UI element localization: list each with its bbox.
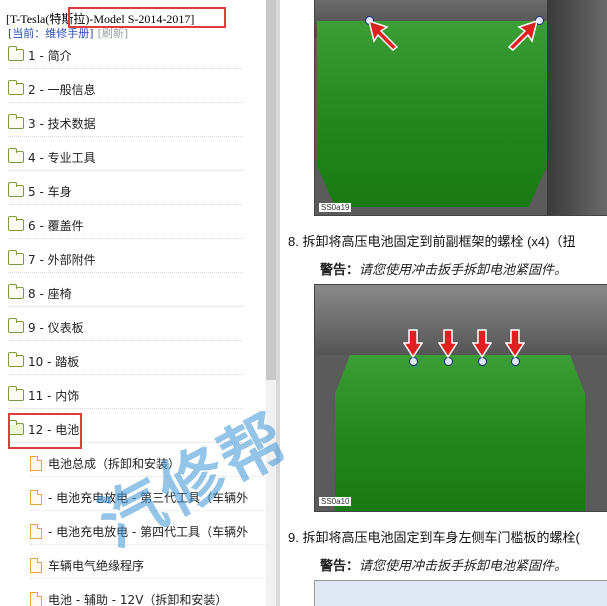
folder-icon xyxy=(8,352,24,367)
arrow-icon xyxy=(438,329,458,359)
tree-item-2[interactable]: 2 - 一般信息 xyxy=(8,76,243,103)
document-icon xyxy=(30,557,42,573)
folder-icon xyxy=(8,114,24,129)
arrow-icon xyxy=(472,329,492,359)
figure-label: SS0a19 xyxy=(319,203,352,212)
current-label[interactable]: [当前：维修手册] xyxy=(8,27,94,40)
figure-subframe-bolts: SS0a10 xyxy=(314,284,607,512)
tree-item-label: 2 - 一般信息 xyxy=(28,82,96,97)
folder-icon xyxy=(8,216,24,231)
tree-item-label: 11 - 内饰 xyxy=(28,388,80,403)
tree-item-label: 6 - 覆盖件 xyxy=(28,218,84,233)
tree-item-7[interactable]: 7 - 外部附件 xyxy=(8,246,243,273)
document-icon xyxy=(30,489,42,505)
tree-item-5[interactable]: 5 - 车身 xyxy=(8,178,243,205)
folder-icon xyxy=(8,148,24,163)
tree-item-label: 8 - 座椅 xyxy=(28,286,72,301)
folder-icon xyxy=(8,250,24,265)
arrow-icon xyxy=(505,329,525,359)
document-icon xyxy=(30,523,42,539)
active-item-highlight-box xyxy=(8,413,82,449)
subitem-5[interactable]: 电池 - 辅助 - 12V（拆卸和安装） xyxy=(30,586,266,606)
arrow-icon xyxy=(367,19,399,51)
tree-item-label: 7 - 外部附件 xyxy=(28,252,96,267)
warning-9-text: 请您使用冲击扳手拆卸电池紧固件。 xyxy=(359,558,568,573)
current-location: [当前：维修手册] [刷新] xyxy=(8,25,128,41)
tree-item-6[interactable]: 6 - 覆盖件 xyxy=(8,212,243,239)
document-icon xyxy=(30,455,42,471)
arrow-icon xyxy=(403,329,423,359)
arrow-icon xyxy=(507,19,539,51)
tree-item-3[interactable]: 3 - 技术数据 xyxy=(8,110,243,137)
tree-item-8[interactable]: 8 - 座椅 xyxy=(8,280,243,307)
folder-icon xyxy=(8,386,24,401)
tree-item-label: 4 - 专业工具 xyxy=(28,150,96,165)
folder-icon xyxy=(8,318,24,333)
tree-scrollbar-thumb[interactable] xyxy=(266,0,276,380)
subitem-4[interactable]: 车辆电气绝缘程序 xyxy=(30,552,266,579)
subitem-label: 电池 - 辅助 - 12V（拆卸和安装） xyxy=(48,592,228,606)
folder-icon xyxy=(8,46,24,61)
folder-icon xyxy=(8,182,24,197)
folder-icon xyxy=(8,80,24,95)
tree-item-9[interactable]: 9 - 仪表板 xyxy=(8,314,243,341)
battery-plate xyxy=(335,355,585,511)
tree-item-label: 1 - 简介 xyxy=(28,48,72,63)
warning-label: 警告： xyxy=(320,558,360,573)
tree-item-1[interactable]: 1 - 简介 xyxy=(8,42,243,69)
figure-front-bolts: SS0a19 xyxy=(314,0,607,216)
document-icon xyxy=(30,591,42,606)
refresh-link[interactable]: [刷新] xyxy=(98,27,129,40)
tree-item-11[interactable]: 11 - 内饰 xyxy=(8,382,243,409)
figure-label: SS0a10 xyxy=(319,497,352,506)
figure-next xyxy=(314,580,607,606)
step-8-text: 8. 拆卸将高压电池固定到前副框架的螺栓 (x4)（扭 xyxy=(288,234,576,249)
folder-icon xyxy=(8,284,24,299)
tree-item-label: 9 - 仪表板 xyxy=(28,320,84,335)
warning-8-text: 请您使用冲击扳手拆卸电池紧固件。 xyxy=(359,262,568,277)
step-9-text: 9. 拆卸将高压电池固定到车身左侧车门槛板的螺栓( xyxy=(288,530,580,545)
manual-document-view: SS0a19 8. 拆卸将高压电池固定到前副框架的螺栓 (x4)（扭 警告：请您… xyxy=(280,0,607,606)
tree-item-10[interactable]: 10 - 踏板 xyxy=(8,348,243,375)
tree-item-label: 3 - 技术数据 xyxy=(28,116,96,131)
warning-label: 警告： xyxy=(320,262,360,277)
tree-item-label: 10 - 踏板 xyxy=(28,354,80,369)
warning-8: 警告：请您使用冲击扳手拆卸电池紧固件。 xyxy=(320,259,567,278)
warning-9: 警告：请您使用冲击扳手拆卸电池紧固件。 xyxy=(320,555,567,574)
tree-item-4[interactable]: 4 - 专业工具 xyxy=(8,144,243,171)
tree-item-label: 5 - 车身 xyxy=(28,184,72,199)
